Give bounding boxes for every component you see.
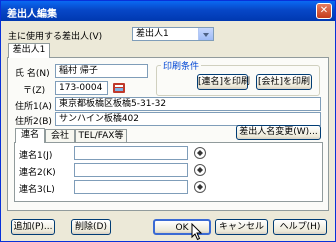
sender-edit-dialog: 差出人編集 ✕ 主に使用する差出人(V) 差出人1 差出人1 氏 名(N) 稲村… (0, 0, 336, 242)
name-input[interactable]: 稲村 帰子 (55, 64, 148, 78)
zip-label: 〒(Z) (23, 86, 46, 96)
gaiji-icon[interactable] (193, 163, 207, 177)
main-sender-label: 主に使用する差出人(V) (8, 32, 103, 42)
mouse-cursor-icon (191, 223, 203, 241)
name-value: 稲村 帰子 (59, 66, 98, 76)
tab-label: 差出人1 (12, 45, 46, 55)
addr1-input[interactable]: 東京都板橋区板橋5-31-32 (55, 97, 321, 111)
subtab-company[interactable]: 会社 (45, 129, 75, 143)
add-button[interactable]: 追加(P)... (11, 219, 55, 235)
change-sender-name-button[interactable]: 差出人名変更(W)... (236, 125, 321, 140)
renmei1-input[interactable] (74, 146, 188, 160)
cancel-button[interactable]: キャンセル (215, 219, 268, 235)
help-button[interactable]: ヘルプ(H) (273, 219, 327, 235)
renmei3-input[interactable] (74, 180, 188, 194)
address-search-icon[interactable] (112, 81, 126, 95)
tab-sender1[interactable]: 差出人1 (8, 43, 50, 58)
print-company-button[interactable]: [会社]を印刷 (256, 74, 312, 90)
subtab-label: TEL/FAX等 (78, 131, 124, 141)
zip-input[interactable]: 173-0004 (55, 81, 108, 95)
window-title: 差出人編集 (7, 9, 57, 20)
addr2-value: サンハイン板橋402 (59, 114, 139, 124)
name-label: 氏 名(N) (15, 69, 50, 79)
renmei2-label: 連名2(K) (19, 168, 56, 178)
addr1-value: 東京都板橋区板橋5-31-32 (59, 99, 167, 109)
addr1-label: 住所1(A) (15, 102, 52, 112)
gaiji-icon[interactable] (193, 180, 207, 194)
print-conditions-title: 印刷条件 (161, 59, 202, 72)
renmei2-input[interactable] (74, 163, 188, 177)
renmei1-label: 連名1(J) (19, 151, 53, 161)
gaiji-icon[interactable] (193, 146, 207, 160)
print-renmei-button[interactable]: [連名]を印刷 (197, 74, 250, 90)
renmei3-label: 連名3(L) (19, 185, 55, 195)
subtab-label: 連名 (20, 130, 39, 140)
addr2-label: 住所2(B) (15, 117, 52, 127)
title-bar: 差出人編集 ✕ (1, 1, 335, 21)
chevron-down-icon[interactable] (198, 28, 213, 40)
close-button[interactable]: ✕ (316, 3, 332, 19)
main-sender-select[interactable]: 差出人1 (132, 27, 214, 41)
delete-button[interactable]: 削除(D) (71, 219, 111, 235)
zip-value: 173-0004 (59, 83, 103, 93)
addr2-input[interactable]: サンハイン板橋402 (55, 112, 321, 126)
subtab-label: 会社 (50, 131, 69, 141)
main-sender-value: 差出人1 (136, 29, 169, 39)
subtab-renmei[interactable]: 連名 (15, 128, 45, 143)
subtab-tel-fax[interactable]: TEL/FAX等 (75, 129, 127, 143)
